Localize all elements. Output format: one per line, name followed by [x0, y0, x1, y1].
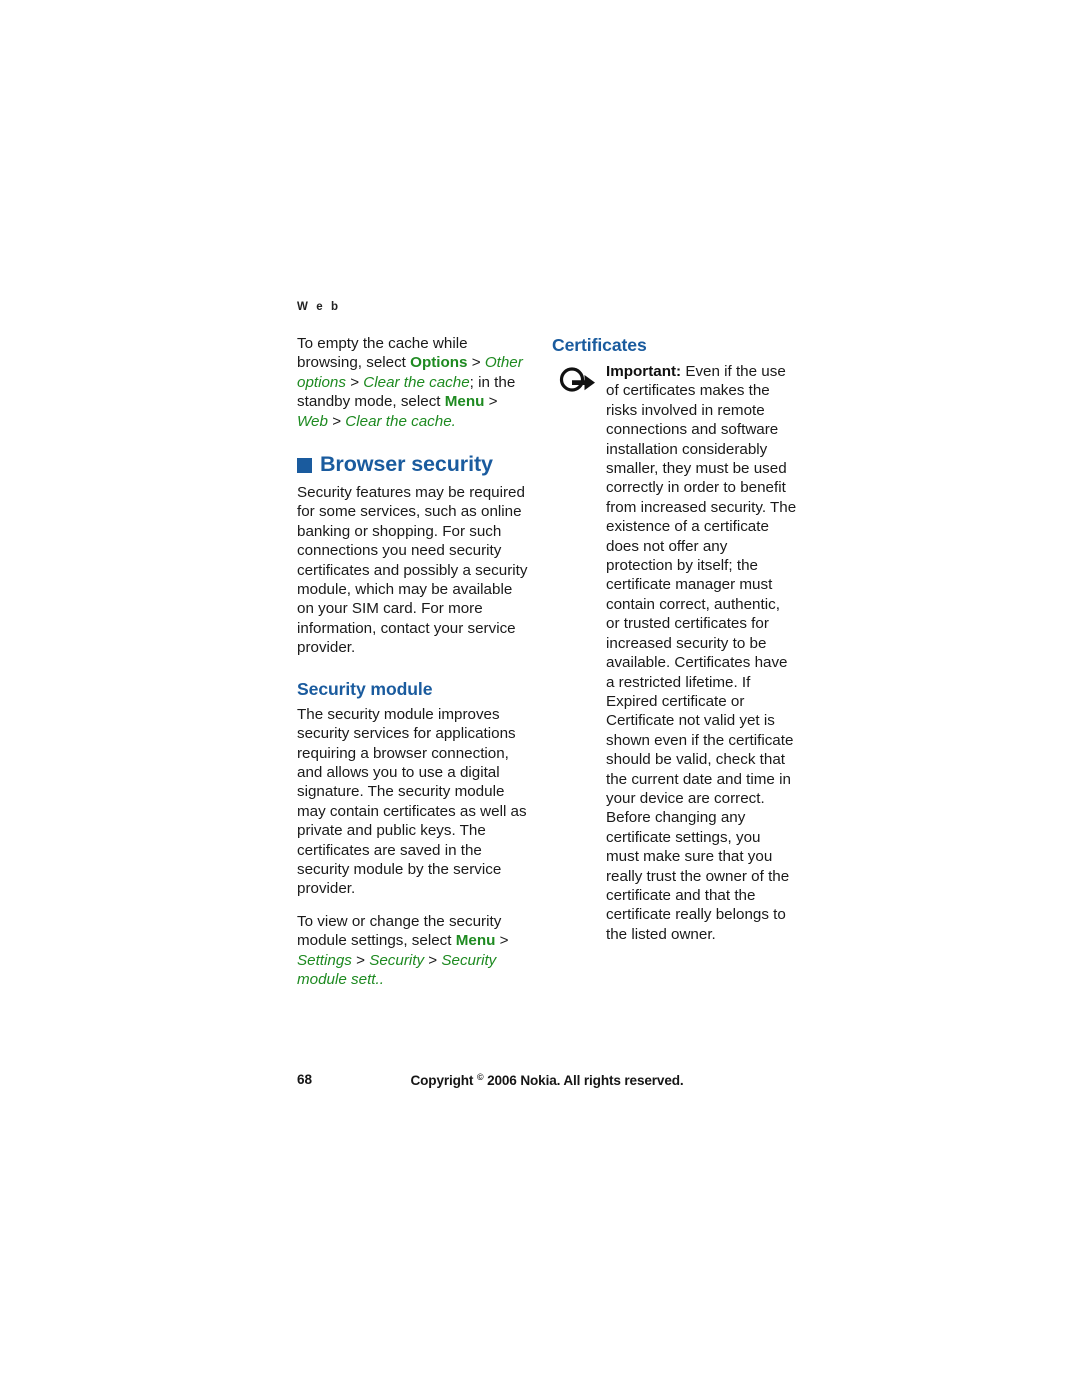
square-bullet-icon	[297, 457, 312, 473]
heading-security-module: Security module	[297, 678, 433, 699]
important-note-icon	[558, 365, 598, 397]
copyright-symbol: ©	[476, 1072, 484, 1082]
paragraph-clear-cache: To empty the cache while browsing, selec…	[297, 334, 529, 431]
paragraph-browser-security: Security features may be required for so…	[297, 484, 528, 657]
important-label: Important:	[606, 363, 682, 380]
paragraph-security-module-settings: To view or change the security module se…	[297, 912, 529, 990]
menu-item-security: Security	[369, 951, 425, 969]
menu-separator: >	[327, 412, 346, 430]
left-column: To empty the cache while browsing, selec…	[297, 334, 529, 1003]
heading-browser-security: Browser security	[297, 451, 529, 477]
menu-item-clear-the-cache: Clear the cache	[363, 373, 470, 391]
important-note: Important: Even if the use of certificat…	[552, 362, 797, 944]
menu-item-settings: Settings	[297, 951, 352, 969]
running-head: W e b	[297, 301, 341, 313]
menu-item-options: Options	[410, 354, 468, 372]
heading-text: Browser security	[320, 452, 493, 477]
menu-item-menu: Menu	[444, 393, 485, 411]
menu-separator: >	[484, 393, 498, 411]
right-column: Certificates Important: Even if the use …	[552, 334, 797, 944]
menu-separator: >	[467, 354, 485, 372]
menu-separator: >	[495, 932, 509, 950]
menu-separator: >	[345, 373, 364, 391]
menu-item-web: Web	[297, 412, 328, 430]
menu-item-menu-2: Menu	[455, 932, 496, 950]
menu-item-clear-the-cache-2: Clear the cache.	[345, 412, 456, 430]
important-body: Even if the use of certificates makes th…	[606, 363, 797, 943]
copyright-prefix: Copyright	[410, 1073, 474, 1088]
heading-certificates: Certificates	[552, 335, 647, 355]
copyright-rest: 2006 Nokia. All rights reserved.	[487, 1073, 684, 1088]
important-note-text: Important: Even if the use of certificat…	[606, 362, 797, 944]
page-footer: 68 Copyright © 2006 Nokia. All rights re…	[297, 1072, 797, 1092]
menu-separator: >	[351, 951, 370, 969]
manual-page: W e b To empty the cache while browsing,…	[0, 0, 1080, 1397]
copyright-notice: Copyright © 2006 Nokia. All rights reser…	[297, 1072, 797, 1088]
paragraph-security-module: The security module improves security se…	[297, 705, 527, 898]
menu-separator: >	[424, 951, 442, 969]
